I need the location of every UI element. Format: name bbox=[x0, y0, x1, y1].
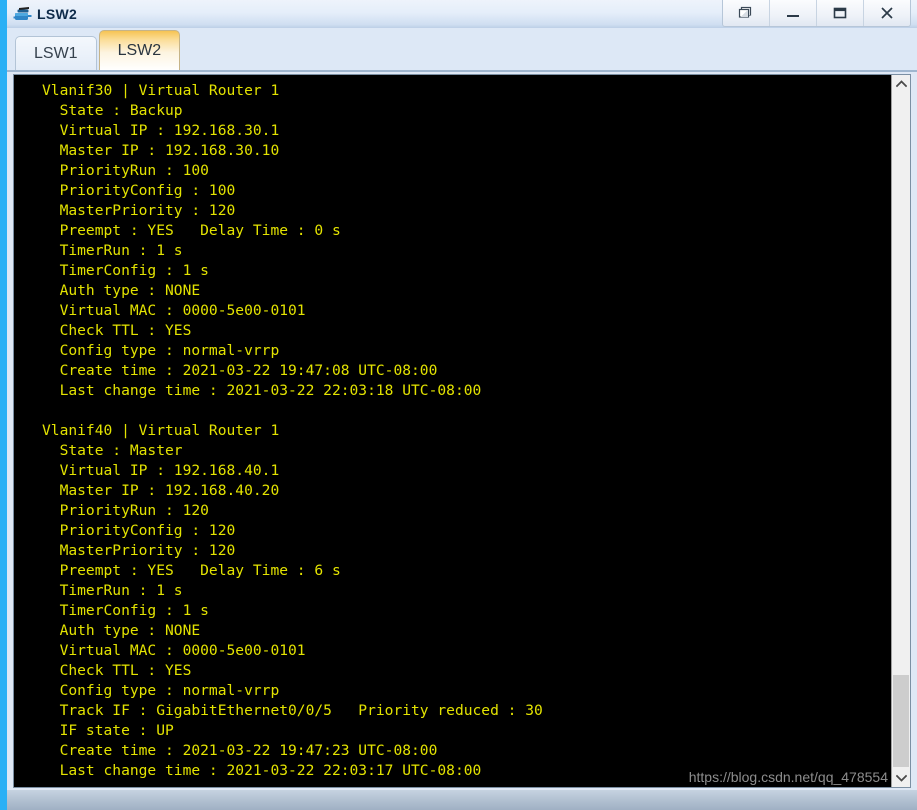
cli-console[interactable]: Vlanif30 | Virtual Router 1 State : Back… bbox=[14, 75, 891, 787]
maximize-button[interactable] bbox=[816, 0, 863, 26]
tab-strip: LSW1 LSW2 bbox=[7, 28, 917, 72]
scrollbar-thumb[interactable] bbox=[893, 675, 909, 767]
minimize-button[interactable] bbox=[769, 0, 816, 26]
tab-list: LSW1 LSW2 bbox=[15, 30, 182, 70]
tab-label: LSW2 bbox=[117, 41, 162, 59]
window-title: LSW2 bbox=[37, 6, 78, 22]
terminal-panel: Vlanif30 | Virtual Router 1 State : Back… bbox=[13, 74, 911, 788]
title-bar[interactable]: LSW2 bbox=[7, 0, 917, 29]
chevron-down-icon[interactable] bbox=[892, 769, 910, 787]
device-cli-window: LSW2 LSW1 LSW2 Vlanif30 | Virtual Router… bbox=[0, 0, 917, 810]
cli-output-text: Vlanif30 | Virtual Router 1 State : Back… bbox=[42, 82, 543, 779]
tab-lsw2[interactable]: LSW2 bbox=[98, 30, 181, 70]
window-controls bbox=[722, 0, 911, 27]
chevron-up-icon[interactable] bbox=[892, 75, 910, 93]
switch-icon bbox=[13, 4, 33, 24]
tab-label: LSW1 bbox=[34, 44, 78, 62]
vertical-scrollbar[interactable] bbox=[891, 75, 910, 787]
restore-down-button[interactable] bbox=[723, 0, 769, 26]
close-button[interactable] bbox=[863, 0, 910, 26]
window-bottom-frame bbox=[7, 790, 917, 810]
tab-lsw1[interactable]: LSW1 bbox=[15, 36, 97, 70]
